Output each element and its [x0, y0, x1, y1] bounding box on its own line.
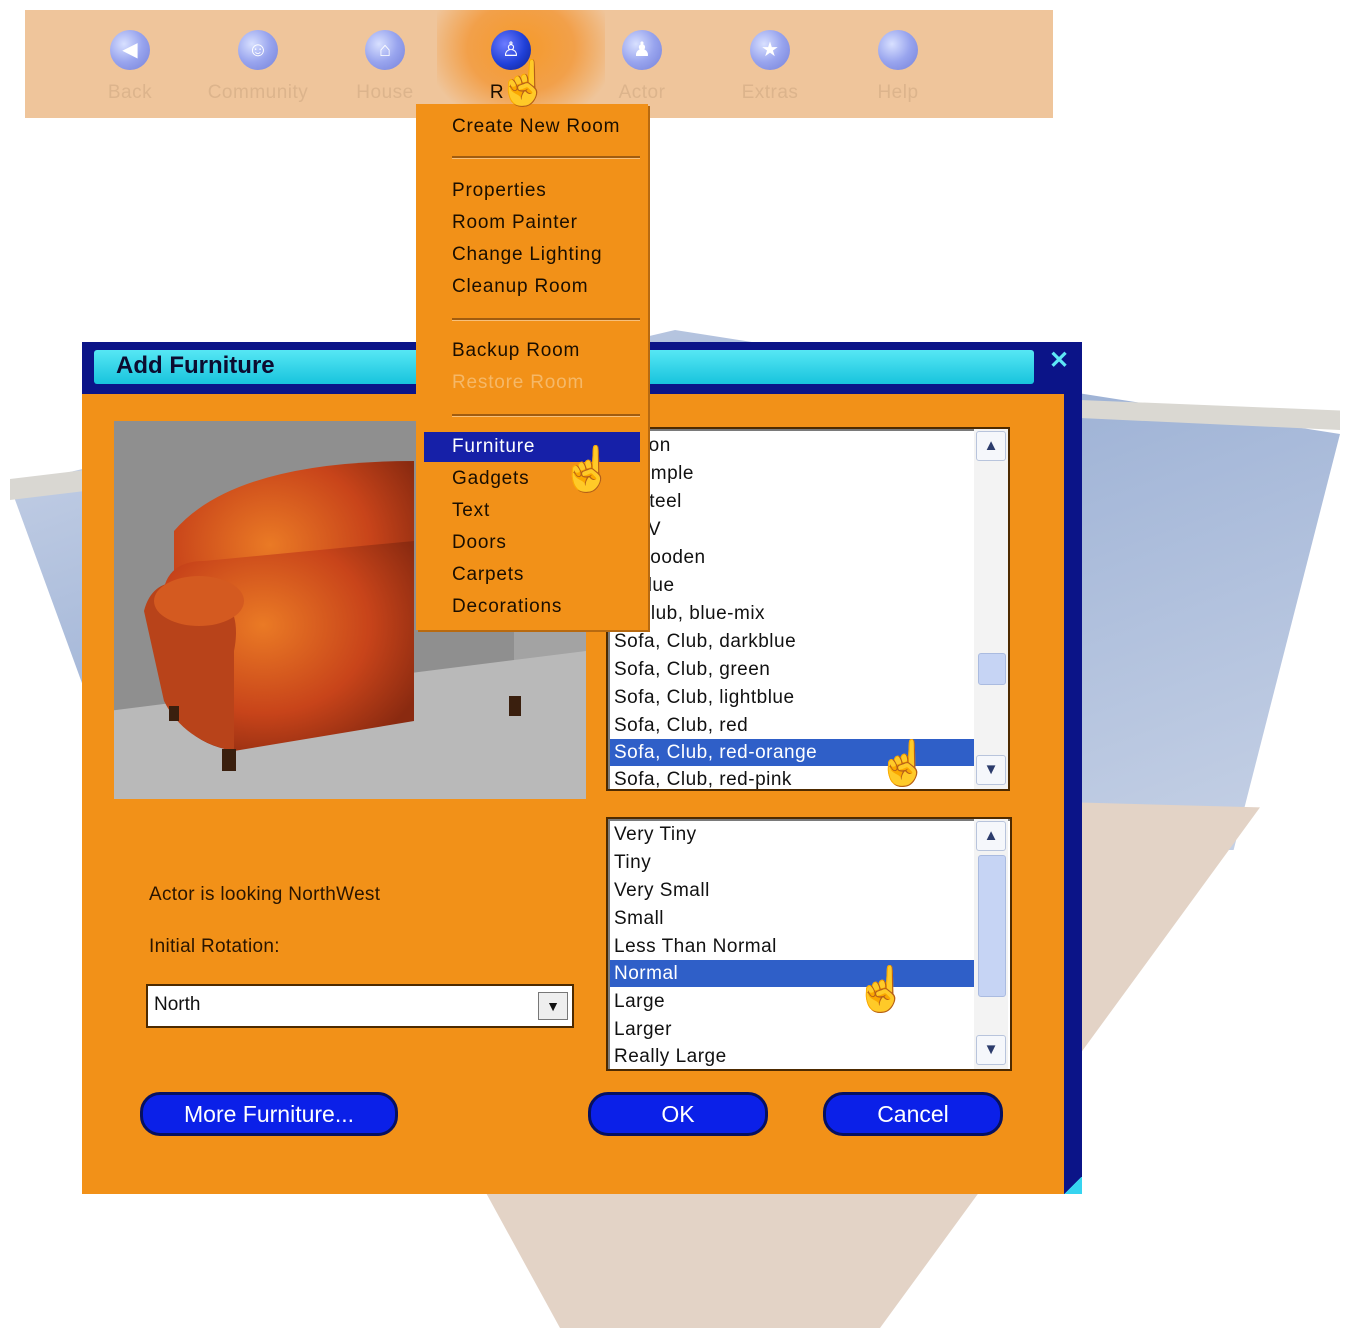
list-item[interactable]: Sofa, Club, red [610, 712, 976, 739]
toolbar-label: Help [877, 82, 919, 103]
ok-button[interactable]: OK [588, 1092, 768, 1136]
list-item[interactable]: Sofa, Club, darkblue [610, 628, 976, 655]
scroll-thumb[interactable] [978, 653, 1006, 685]
close-button[interactable]: ✕ [1046, 348, 1072, 374]
menu-item-carpets[interactable]: Carpets [424, 560, 640, 590]
menu-item-doors[interactable]: Doors [424, 528, 640, 558]
rotation-label: Initial Rotation: [149, 936, 280, 957]
back-arrow-icon: ◀ [110, 30, 150, 70]
menu-item-text[interactable]: Text [424, 496, 640, 526]
menu-item-room-painter[interactable]: Room Painter [424, 208, 640, 238]
list-item[interactable]: a, blue [610, 572, 976, 599]
scroll-down-icon[interactable]: ▼ [976, 755, 1006, 785]
cancel-button[interactable]: Cancel [823, 1092, 1003, 1136]
menu-item-restore-room: Restore Room [452, 372, 585, 393]
toolbar-house-button[interactable]: ⌂ House [320, 10, 450, 118]
help-icon [878, 30, 918, 70]
menu-item-backup-room[interactable]: Backup Room [424, 336, 640, 366]
hand-cursor-icon: ☝ [496, 59, 551, 108]
more-furniture-button[interactable]: More Furniture... [140, 1092, 398, 1136]
scroll-thumb[interactable] [978, 855, 1006, 997]
toolbar-back-button[interactable]: ◀ Back [65, 10, 195, 118]
list-item[interactable]: Really Large [610, 1043, 976, 1070]
toolbar-community-button[interactable]: ☺ Community [193, 10, 323, 118]
list-item[interactable]: a, Club, blue-mix [610, 600, 976, 627]
person-icon: ♟ [622, 30, 662, 70]
toolbar-label: Back [107, 82, 153, 103]
list-item[interactable]: Less Than Normal [610, 933, 976, 960]
star-icon: ★ [750, 30, 790, 70]
scroll-up-icon[interactable]: ▲ [976, 431, 1006, 461]
list-item[interactable]: Large [610, 988, 976, 1015]
menu-item-change-lighting[interactable]: Change Lighting [424, 240, 640, 270]
people-icon: ☺ [238, 30, 278, 70]
list-item[interactable]: lf, TV [610, 516, 976, 543]
hand-cursor-icon: ☝ [876, 739, 931, 788]
menu-item-cleanup-room[interactable]: Cleanup Room [424, 272, 640, 302]
dialog-title: Add Furniture [116, 352, 275, 379]
menu-separator [452, 156, 640, 159]
rotation-select[interactable]: North ▼ [146, 984, 574, 1028]
actor-status-text: Actor is looking NorthWest [149, 884, 381, 905]
menu-item-decorations[interactable]: Decorations [424, 592, 640, 622]
size-list[interactable]: Very Tiny Tiny Very Small Small Less Tha… [606, 817, 1012, 1071]
toolbar-label: Community [207, 82, 309, 103]
dropdown-arrow-icon[interactable]: ▼ [538, 992, 568, 1020]
list-item[interactable]: Tiny [610, 849, 976, 876]
hand-cursor-icon: ☝ [854, 965, 909, 1014]
toolbar-help-button[interactable]: Help [833, 10, 963, 118]
list-item[interactable]: Larger [610, 1016, 976, 1043]
menu-item-create-new-room[interactable]: Create New Room [424, 112, 640, 142]
menu-separator [452, 318, 640, 321]
room-menu: Create New Room Properties Room Painter … [416, 104, 648, 630]
menu-item-properties[interactable]: Properties [424, 176, 640, 206]
toolbar-extras-button[interactable]: ★ Extras [705, 10, 835, 118]
list-item[interactable]: lf, simple [610, 460, 976, 487]
list-item[interactable]: lf, wooden [610, 544, 976, 571]
scroll-down-icon[interactable]: ▼ [976, 1035, 1006, 1065]
list-item[interactable]: Very Tiny [610, 821, 976, 848]
toolbar-actor-button[interactable]: ♟ Actor [577, 10, 707, 118]
toolbar-label: Extras [741, 82, 799, 103]
list-item[interactable]: Very Small [610, 877, 976, 904]
menu-separator [452, 414, 640, 417]
list-item[interactable]: Small [610, 905, 976, 932]
list-item-selected[interactable]: Normal [610, 960, 976, 987]
list-item[interactable]: Sofa, Club, green [610, 656, 976, 683]
rotation-value: North [154, 994, 201, 1015]
list-item[interactable]: Sofa, Club, lightblue [610, 684, 976, 711]
furniture-list-scrollbar[interactable]: ▲ ▼ [974, 429, 1008, 789]
size-list-scrollbar[interactable]: ▲ ▼ [974, 819, 1008, 1069]
list-item[interactable]: lf, Iron [610, 432, 976, 459]
resize-grip[interactable] [1064, 1177, 1082, 1194]
scroll-up-icon[interactable]: ▲ [976, 821, 1006, 851]
hand-cursor-icon: ☝ [560, 445, 615, 494]
list-item[interactable]: lf, Steel [610, 488, 976, 515]
toolbar-label: House [356, 82, 414, 103]
house-icon: ⌂ [365, 30, 405, 70]
toolbar-label: Actor [618, 82, 666, 103]
furniture-list[interactable]: lf, Iron lf, simple lf, Steel lf, TV lf,… [606, 427, 1010, 791]
